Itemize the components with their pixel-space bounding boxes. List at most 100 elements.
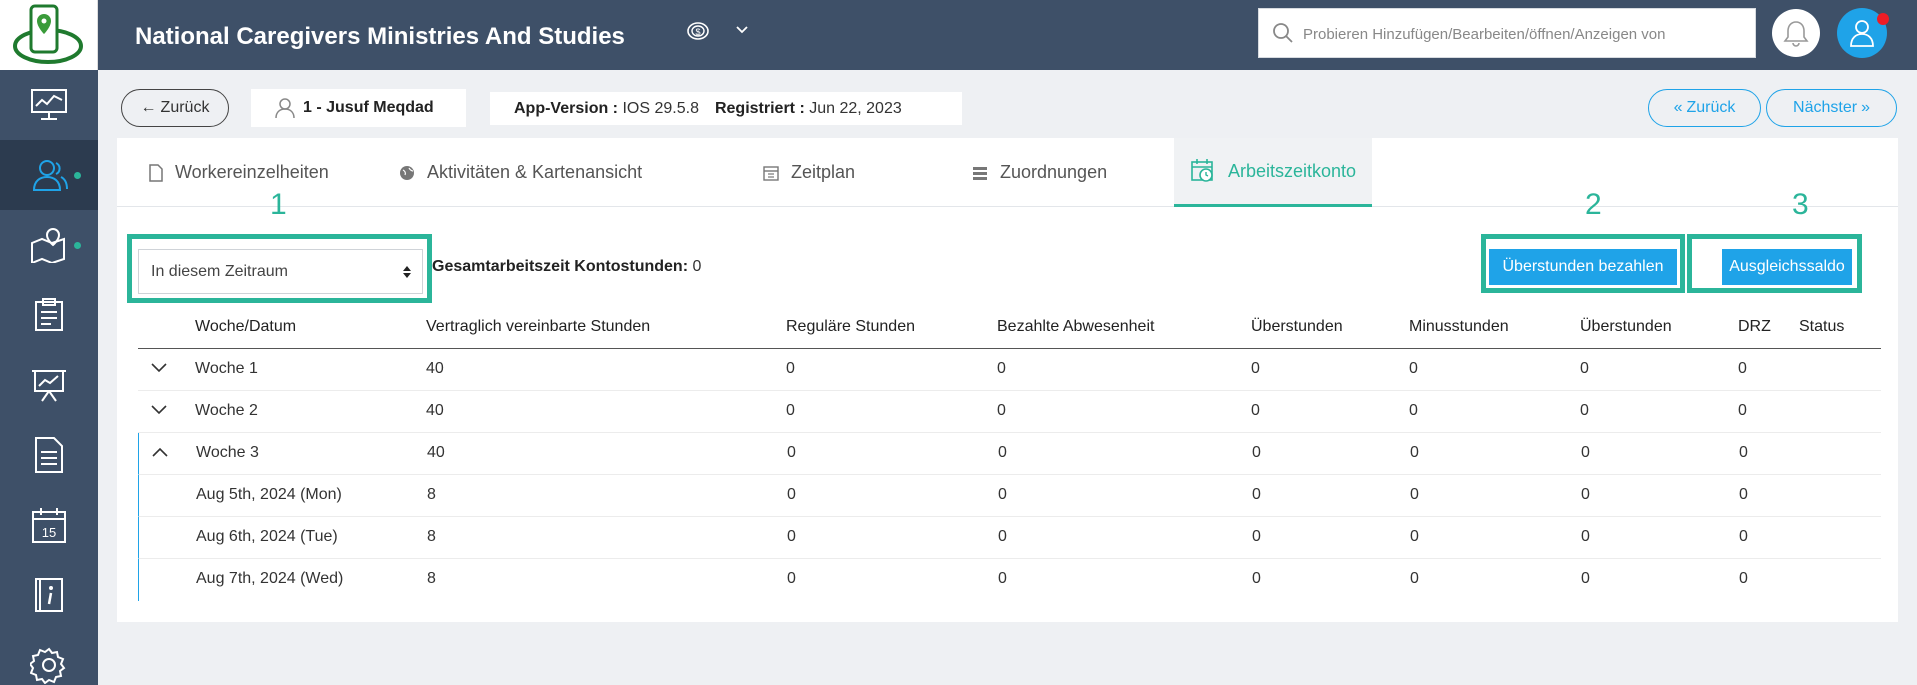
sidebar-item-settings[interactable]	[0, 630, 98, 685]
worker-badge: 1 - Jusuf Meqdad	[251, 89, 466, 127]
calendar-icon	[763, 165, 779, 181]
table-cell: 8	[427, 486, 436, 503]
table-row: Aug 5th, 2024 (Mon) 8 0 0 0 0 0 0	[138, 475, 1881, 517]
app-logo[interactable]	[0, 0, 98, 70]
sidebar-item-dashboard[interactable]	[0, 70, 98, 140]
top-bar: National Caregivers Ministries And Studi…	[98, 0, 1917, 70]
notification-dot	[74, 242, 81, 249]
sidebar-item-calendar[interactable]: 15	[0, 490, 98, 560]
table-cell: 0	[998, 486, 1007, 503]
back-button[interactable]: ← Zurück	[121, 89, 229, 127]
sidebar-item-clipboard[interactable]	[0, 280, 98, 350]
table-cell: 0	[998, 570, 1007, 587]
column-header: Bezahlte Abwesenheit	[997, 318, 1155, 335]
presentation-chart-icon	[32, 370, 66, 402]
column-header: Reguläre Stunden	[786, 318, 915, 335]
balance-button[interactable]: Ausgleichssaldo	[1722, 249, 1852, 285]
chevron-down-icon[interactable]	[150, 361, 168, 379]
table-cell: 0	[998, 528, 1007, 545]
user-avatar[interactable]	[1837, 8, 1889, 58]
table-row: Woche 2 40 0 0 0 0 0 0	[138, 391, 1881, 433]
sidebar-item-documents[interactable]	[0, 420, 98, 490]
table-cell: 0	[1252, 444, 1261, 461]
table-cell: 0	[1410, 444, 1419, 461]
week-cell: Woche 3	[196, 444, 259, 461]
table-cell: 0	[1409, 360, 1418, 377]
table-cell: 0	[1410, 486, 1419, 503]
table-row: Aug 7th, 2024 (Wed) 8 0 0 0 0 0 0	[138, 559, 1881, 601]
week-cell: Woche 1	[195, 360, 258, 377]
table-cell: 0	[1410, 570, 1419, 587]
chevron-up-icon[interactable]	[151, 445, 169, 463]
sidebar-item-map[interactable]	[0, 210, 98, 280]
notification-bell-icon[interactable]	[1772, 9, 1820, 57]
column-header: Überstunden	[1580, 318, 1672, 335]
calendar-15-icon: 15	[32, 508, 66, 543]
column-header: DRZ	[1738, 318, 1771, 335]
table-cell: 0	[1581, 486, 1590, 503]
column-header: Minusstunden	[1409, 318, 1509, 335]
tab-zuordnungen[interactable]: Zuordnungen	[972, 138, 1107, 207]
annotation-2: 2	[1585, 188, 1602, 221]
document-icon	[35, 437, 63, 473]
table-cell: 40	[427, 444, 445, 461]
tab-aktivitaeten[interactable]: Aktivitäten & Kartenansicht	[399, 138, 642, 207]
table-cell: 0	[1581, 570, 1590, 587]
table-row: Woche 1 40 0 0 0 0 0 0	[138, 349, 1881, 391]
column-header: Status	[1799, 318, 1845, 335]
column-header: Überstunden	[1251, 318, 1343, 335]
tab-zeitplan[interactable]: Zeitplan	[763, 138, 855, 207]
list-icon	[973, 166, 987, 180]
annotation-1: 1	[270, 188, 287, 221]
tab-workereinzelheiten[interactable]: Workereinzelheiten	[149, 138, 329, 207]
tab-arbeitszeitkonto[interactable]: Arbeitszeitkonto	[1174, 138, 1373, 207]
pay-overtime-button[interactable]: Überstunden bezahlen	[1489, 249, 1677, 285]
table-cell: 0	[1739, 444, 1748, 461]
table-cell: 8	[427, 528, 436, 545]
next-worker-button[interactable]: Nächster »	[1766, 89, 1897, 127]
table-cell: 0	[1409, 402, 1418, 419]
arrow-left-icon: ←	[140, 99, 157, 116]
currency-icon[interactable]: $	[686, 20, 710, 47]
date-cell: Aug 5th, 2024 (Mon)	[196, 486, 342, 503]
prev-worker-button[interactable]: « Zurück	[1648, 89, 1761, 127]
table-cell: 40	[426, 402, 444, 419]
search-input[interactable]	[1303, 22, 1743, 46]
info-book-icon	[35, 578, 63, 612]
annotation-3: 3	[1792, 188, 1809, 221]
table-cell: 0	[997, 360, 1006, 377]
users-icon	[32, 160, 68, 191]
sidebar-item-users[interactable]	[0, 140, 98, 210]
table-cell: 0	[1738, 402, 1747, 419]
table-cell: 0	[1580, 402, 1589, 419]
table-cell: 0	[787, 444, 796, 461]
double-chevron-left-icon: «	[1673, 99, 1683, 116]
file-icon	[149, 163, 163, 182]
table-cell: 0	[1581, 444, 1590, 461]
sidebar-item-reports[interactable]	[0, 350, 98, 420]
table-cell: 0	[998, 444, 1007, 461]
table-cell: 0	[787, 528, 796, 545]
table-cell: 0	[1580, 360, 1589, 377]
sidebar: 15	[0, 0, 98, 685]
map-location-icon	[31, 227, 65, 263]
sidebar-item-info[interactable]	[0, 560, 98, 630]
user-icon	[275, 98, 295, 119]
settings-gear-icon	[30, 647, 66, 684]
period-select[interactable]: In diesem Zeitraum	[138, 249, 423, 294]
chevron-down-icon[interactable]	[150, 403, 168, 421]
dashboard-icon	[31, 89, 67, 120]
search-box[interactable]	[1258, 8, 1756, 58]
table-cell: 0	[1251, 402, 1260, 419]
table-cell: 0	[1739, 570, 1748, 587]
table-cell: 0	[1251, 360, 1260, 377]
table-cell: 0	[1252, 528, 1261, 545]
total-account-hours: Gesamtarbeitszeit Kontostunden: 0	[432, 258, 702, 275]
clipboard-icon	[35, 298, 63, 331]
table-cell: 0	[997, 402, 1006, 419]
table-row: Woche 3 40 0 0 0 0 0 0	[138, 433, 1881, 475]
app-version-info: App-Version : IOS 29.5.8 Registriert : J…	[490, 92, 962, 125]
chevron-down-icon[interactable]	[734, 22, 750, 43]
table-cell: 0	[1410, 528, 1419, 545]
table-cell: 0	[1252, 486, 1261, 503]
